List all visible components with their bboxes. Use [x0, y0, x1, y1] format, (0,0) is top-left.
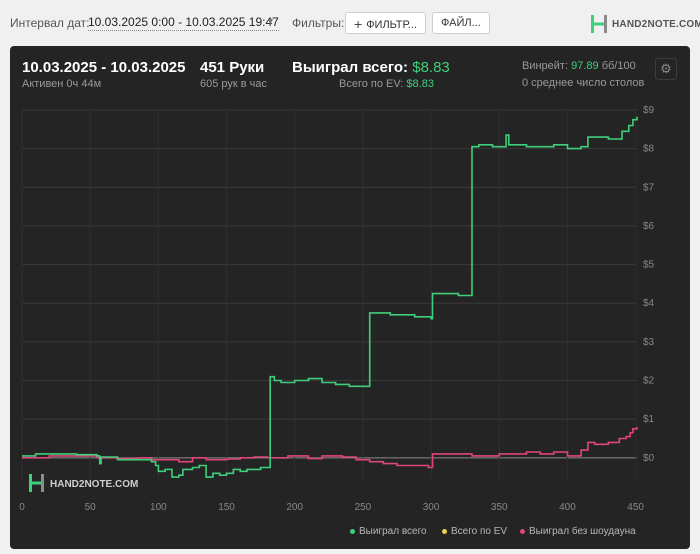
- y-tick-label: $4: [643, 298, 655, 309]
- y-axis-ticks: $0 $1 $2 $3 $4 $5 $6 $7 $8 $9: [643, 105, 655, 464]
- x-tick-label: 100: [150, 502, 167, 513]
- legend-label-ev: Всего по EV: [451, 526, 508, 537]
- x-tick-label: 400: [559, 502, 576, 513]
- brand-name: HAND2NOTE.COM: [612, 18, 700, 30]
- chart-grid: [21, 109, 637, 481]
- legend-label-nonsd: Выиграл без шоудауна: [529, 526, 636, 537]
- results-chart: HAND2NOTE.COM 0 50 100 150 200 250 300 350 400 45…: [19, 105, 655, 513]
- x-tick-label: 450: [627, 502, 644, 513]
- y-tick-label: $6: [643, 221, 655, 232]
- series-line-won: [22, 116, 638, 478]
- x-tick-label: 250: [355, 502, 372, 513]
- y-tick-label: $7: [643, 182, 655, 193]
- series-line-nonsd: [22, 426, 638, 469]
- brand-logo: HAND2NOTE.COM: [590, 13, 700, 35]
- legend-label-won: Выиграл всего: [359, 526, 427, 537]
- legend-dot-nonsd: [520, 529, 525, 534]
- legend-item-nonsd: Выиграл без шоудауна: [520, 526, 636, 537]
- y-tick-label: $3: [643, 337, 655, 348]
- x-tick-label: 200: [286, 502, 303, 513]
- files-button[interactable]: ФАЙЛ...: [432, 12, 490, 34]
- chart-series: [22, 116, 638, 478]
- filter-button-label: ФИЛЬТР...: [366, 19, 417, 31]
- x-tick-label: 50: [85, 502, 97, 513]
- y-tick-label: $1: [643, 414, 655, 425]
- y-tick-label: $5: [643, 260, 655, 271]
- y-tick-label: $9: [643, 105, 655, 116]
- x-axis-ticks: 0 50 100 150 200 250 300 350 400 450: [19, 502, 644, 513]
- chevron-down-icon[interactable]: ▼: [266, 16, 275, 26]
- top-bar: Интервал дат: 10.03.2025 0:00 - 10.03.20…: [0, 0, 700, 44]
- x-tick-label: 300: [423, 502, 440, 513]
- y-tick-label: $0: [643, 453, 655, 464]
- x-tick-label: 0: [19, 502, 25, 513]
- legend-item-won: Выиграл всего: [350, 526, 427, 537]
- filters-label: Фильтры:: [292, 16, 345, 30]
- filter-button[interactable]: + ФИЛЬТР...: [345, 12, 426, 34]
- y-tick-label: $8: [643, 144, 655, 155]
- plus-icon: +: [354, 16, 363, 32]
- x-tick-label: 350: [491, 502, 508, 513]
- date-interval-picker[interactable]: 10.03.2025 0:00 - 10.03.2025 19:47: [88, 15, 279, 31]
- legend-dot-ev: [442, 529, 447, 534]
- interval-label: Интервал дат:: [10, 16, 90, 30]
- y-tick-label: $2: [643, 376, 655, 387]
- legend-item-ev: Всего по EV: [442, 526, 507, 537]
- x-tick-label: 150: [218, 502, 235, 513]
- watermark-text: HAND2NOTE.COM: [50, 479, 138, 490]
- legend-dot-won: [350, 529, 355, 534]
- hand2note-logo-icon: [591, 15, 607, 33]
- chart-watermark: HAND2NOTE.COM: [29, 474, 138, 492]
